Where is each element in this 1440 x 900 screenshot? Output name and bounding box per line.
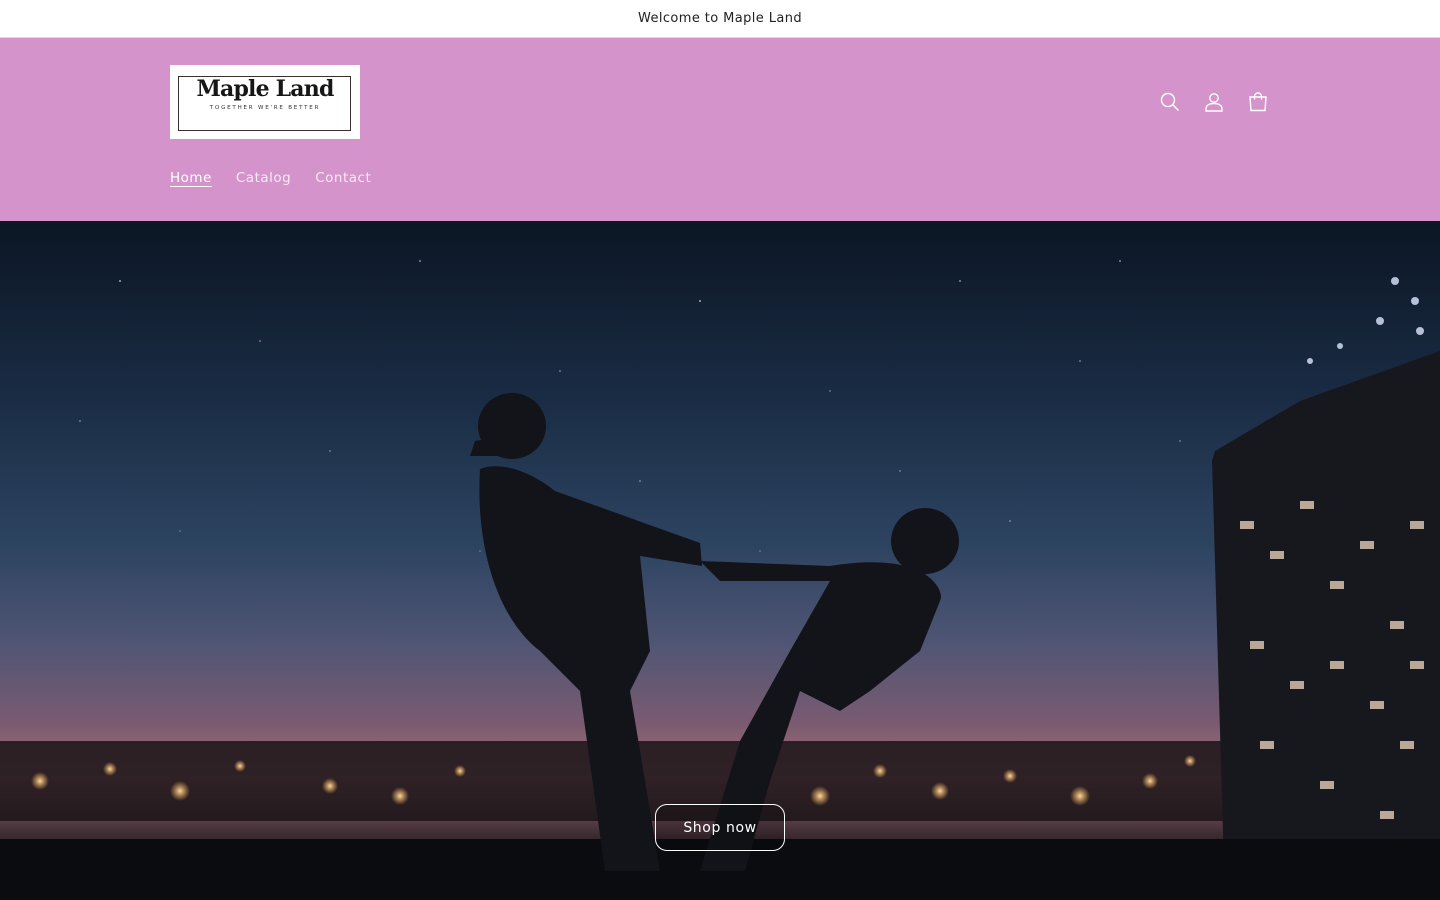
- cart-button[interactable]: [1236, 88, 1280, 116]
- building: [1212, 277, 1440, 900]
- shop-now-label: Shop now: [683, 819, 757, 836]
- search-button[interactable]: [1148, 88, 1192, 116]
- announcement-text: Welcome to Maple Land: [637, 11, 803, 26]
- hero-image: [0, 260, 1440, 900]
- hero-banner: Shop now: [0, 221, 1440, 900]
- nav-contact[interactable]: Contact: [315, 170, 371, 186]
- shop-now-button[interactable]: Shop now: [655, 804, 785, 851]
- nav-home[interactable]: Home: [170, 170, 212, 186]
- header-icons: [1148, 88, 1280, 116]
- nav-catalog[interactable]: Catalog: [236, 170, 291, 186]
- account-icon: [1205, 93, 1223, 112]
- announcement-bar: Welcome to Maple Land: [0, 0, 1440, 38]
- search-icon: [1160, 92, 1179, 111]
- stars: [79, 260, 1181, 552]
- account-button[interactable]: [1192, 88, 1236, 116]
- cart-icon: [1249, 92, 1267, 112]
- main-nav: Home Catalog Contact: [170, 170, 395, 186]
- logo-title: Maple Land: [196, 76, 334, 102]
- logo[interactable]: Maple Land TOGETHER WE'RE BETTER: [170, 65, 360, 139]
- site-header: Maple Land TOGETHER WE'RE BETTER Home Ca…: [0, 38, 1440, 221]
- logo-tagline: TOGETHER WE'RE BETTER: [209, 105, 321, 111]
